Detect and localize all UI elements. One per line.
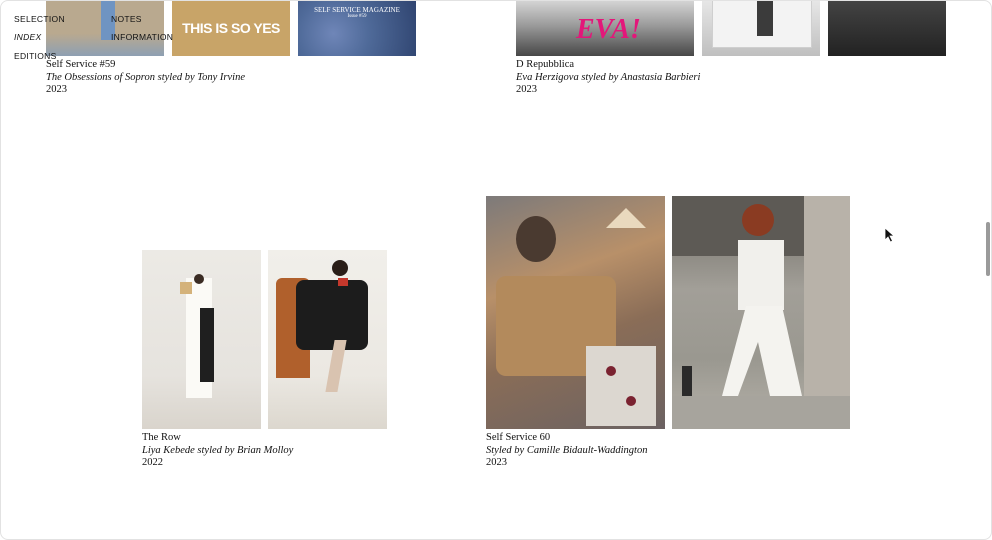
project-title: Self Service #59 <box>46 59 116 70</box>
project-credit: The Obsessions of Sopron styled by Tony … <box>46 71 246 83</box>
nav-selection[interactable]: SELECTION <box>14 14 65 24</box>
project-credit: Styled by Camille Bidault-Waddington <box>486 444 648 456</box>
project-title: The Row <box>142 432 181 443</box>
nav-information[interactable]: INFORMATION <box>111 32 173 42</box>
project-image-3a[interactable] <box>142 250 261 429</box>
project-caption-4[interactable]: Self Service 60 Styled by Camille Bidaul… <box>486 432 647 470</box>
project-title: Self Service 60 <box>486 432 551 443</box>
project-year: 2023 <box>486 457 507 468</box>
nav-editions[interactable]: EDITIONS <box>14 51 57 61</box>
project-image-4b[interactable] <box>672 196 850 429</box>
project-year: 2023 <box>516 84 537 95</box>
nav-index[interactable]: INDEX <box>14 32 41 42</box>
project-title: D Repubblica <box>516 59 575 70</box>
scrollbar-thumb[interactable] <box>986 222 990 276</box>
project-caption-1[interactable]: Self Service #59 The Obsessions of Sopro… <box>46 59 245 97</box>
project-image-3b[interactable] <box>268 250 387 429</box>
project-caption-3[interactable]: The Row Liya Kebede styled by Brian Moll… <box>142 432 293 470</box>
project-image-1a[interactable] <box>46 0 164 56</box>
project-credit: Liya Kebede styled by Brian Molloy <box>142 444 294 456</box>
project-image-2c[interactable] <box>828 0 946 56</box>
mouse-cursor-icon <box>884 227 896 243</box>
project-caption-2[interactable]: D Repubblica Eva Herzigova styled by Ana… <box>516 59 700 97</box>
project-image-4a[interactable] <box>486 196 665 429</box>
project-image-2a[interactable]: EVA! <box>516 0 694 56</box>
project-image-1c[interactable]: SELF SERVICE MAGAZINE Issue #59 <box>298 0 416 56</box>
nav-notes[interactable]: NOTES <box>111 14 142 24</box>
project-year: 2022 <box>142 457 163 468</box>
project-image-1b[interactable]: THIS IS SO YES <box>172 0 290 56</box>
project-image-2b[interactable] <box>702 0 820 56</box>
project-credit: Eva Herzigova styled by Anastasia Barbie… <box>516 71 701 83</box>
project-year: 2023 <box>46 84 67 95</box>
